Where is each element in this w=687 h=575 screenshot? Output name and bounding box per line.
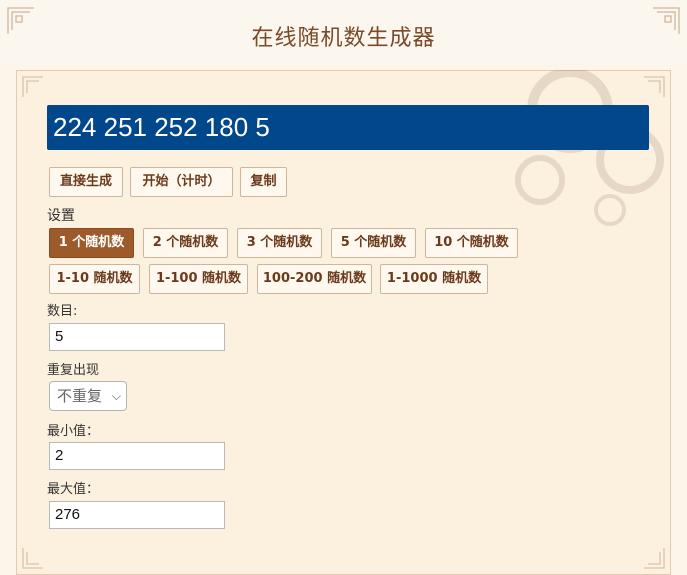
copy-button[interactable]: 复制 (240, 167, 287, 197)
preset-3-random[interactable]: 3 个随机数 (237, 228, 322, 258)
preset-10-random[interactable]: 10 个随机数 (425, 228, 518, 258)
corner-ornament-icon (21, 75, 51, 105)
corner-ornament-icon (636, 540, 666, 570)
range-1-1000-button[interactable]: 1-1000 随机数 (380, 264, 488, 294)
repeat-select-value: 不重复 (57, 387, 103, 405)
page-title: 在线随机数生成器 (251, 26, 436, 51)
range-100-200-button[interactable]: 100-200 随机数 (257, 264, 372, 294)
settings-heading: 设置 (47, 208, 75, 224)
page-header: 在线随机数生成器 (0, 0, 687, 64)
range-1-100-button[interactable]: 1-100 随机数 (149, 264, 248, 294)
random-result-display: 224 251 252 180 5 (47, 105, 649, 150)
chevron-down-icon: ⌵ (111, 389, 121, 403)
min-input[interactable]: 2 (49, 442, 225, 470)
max-input[interactable]: 276 (49, 501, 225, 529)
generate-button[interactable]: 直接生成 (49, 167, 123, 197)
preset-1-random[interactable]: 1 个随机数 (49, 228, 134, 258)
count-input[interactable]: 5 (49, 323, 225, 351)
preset-2-random[interactable]: 2 个随机数 (143, 228, 228, 258)
start-timer-button[interactable]: 开始（计时） (130, 167, 233, 197)
repeat-label: 重复出现 (47, 363, 100, 378)
repeat-select[interactable]: 不重复 ⌵ (49, 381, 127, 411)
max-label: 最大值： (47, 482, 100, 497)
min-label: 最小值： (47, 424, 100, 439)
numbers-decoration-icon (480, 67, 680, 230)
preset-5-random[interactable]: 5 个随机数 (331, 228, 416, 258)
corner-ornament-icon (21, 540, 51, 570)
range-1-10-button[interactable]: 1-10 随机数 (49, 264, 140, 294)
count-label: 数目: (47, 304, 78, 319)
